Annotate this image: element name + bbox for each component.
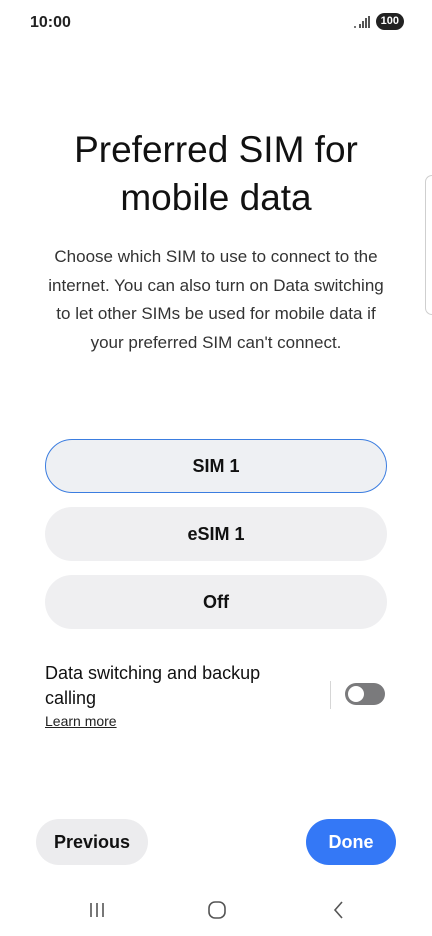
divider xyxy=(330,681,331,709)
status-bar: 10:00 100 xyxy=(0,0,432,46)
option-label: Off xyxy=(203,591,229,612)
recents-button[interactable] xyxy=(82,898,112,922)
status-time: 10:00 xyxy=(30,14,71,31)
back-button[interactable] xyxy=(324,898,354,922)
option-off[interactable]: Off xyxy=(45,575,387,629)
home-button[interactable] xyxy=(202,898,232,922)
data-switching-title: Data switching and backup calling xyxy=(45,663,261,708)
back-icon xyxy=(333,901,343,919)
toggle-knob xyxy=(348,686,364,702)
previous-button[interactable]: Previous xyxy=(36,819,148,865)
done-button[interactable]: Done xyxy=(306,819,396,865)
learn-more-link[interactable]: Learn more xyxy=(45,713,117,729)
data-switching-toggle[interactable] xyxy=(345,683,385,705)
option-sim-1[interactable]: SIM 1 xyxy=(45,439,387,493)
sim-options: SIM 1 eSIM 1 Off xyxy=(45,439,387,643)
option-label: SIM 1 xyxy=(192,455,240,476)
battery-indicator: 100 xyxy=(375,13,404,30)
edge-panel-handle[interactable] xyxy=(425,175,432,315)
navigation-bar xyxy=(0,890,432,930)
home-icon xyxy=(208,901,226,919)
recents-icon xyxy=(90,903,104,917)
page-description: Choose which SIM to use to connect to th… xyxy=(48,247,384,352)
data-switching-row[interactable]: Data switching and backup calling Learn … xyxy=(45,661,387,733)
status-icons: 100 xyxy=(353,13,404,30)
page-title: Preferred SIM for mobile data xyxy=(74,129,358,218)
option-esim-1[interactable]: eSIM 1 xyxy=(45,507,387,561)
signal-icon xyxy=(353,15,370,28)
option-label: eSIM 1 xyxy=(187,523,245,544)
